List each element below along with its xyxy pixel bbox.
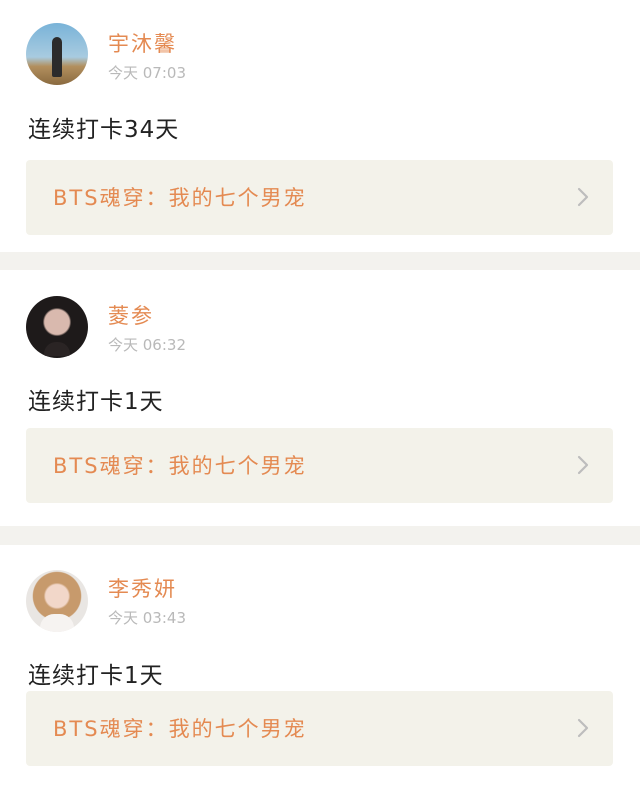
checkin-text: 连续打卡1天 (28, 389, 164, 415)
separator (0, 526, 640, 545)
checkin-text: 连续打卡1天 (28, 663, 164, 689)
username[interactable]: 宇沐馨 (108, 28, 177, 58)
avatar-figure (44, 342, 70, 356)
post-card: 宇沐馨 今天 07:03 连续打卡34天 BTS魂穿：我的七个男宠 (0, 0, 640, 252)
chevron-right-icon (577, 455, 589, 475)
post-time: 今天 06:32 (108, 336, 186, 354)
post-card: 李秀妍 今天 03:43 连续打卡1天 BTS魂穿：我的七个男宠 (0, 545, 640, 782)
post-time: 今天 07:03 (108, 64, 186, 82)
book-title: BTS魂穿：我的七个男宠 (53, 454, 307, 478)
book-link-card[interactable]: BTS魂穿：我的七个男宠 (26, 691, 613, 766)
username[interactable]: 李秀妍 (108, 573, 177, 603)
avatar[interactable] (26, 23, 88, 85)
chevron-right-icon (577, 718, 589, 738)
chevron-right-icon (577, 187, 589, 207)
checkin-text: 连续打卡34天 (28, 117, 180, 143)
post-card: 菱参 今天 06:32 连续打卡1天 BTS魂穿：我的七个男宠 (0, 270, 640, 526)
avatar[interactable] (26, 296, 88, 358)
checkin-feed: 宇沐馨 今天 07:03 连续打卡34天 BTS魂穿：我的七个男宠 菱参 今天 … (0, 0, 640, 787)
avatar-figure (52, 37, 62, 77)
avatar[interactable] (26, 570, 88, 632)
book-title: BTS魂穿：我的七个男宠 (53, 186, 307, 210)
book-link-card[interactable]: BTS魂穿：我的七个男宠 (26, 428, 613, 503)
post-time: 今天 03:43 (108, 609, 186, 627)
avatar-figure (40, 614, 74, 632)
book-title: BTS魂穿：我的七个男宠 (53, 717, 307, 741)
separator (0, 252, 640, 270)
username[interactable]: 菱参 (108, 300, 154, 330)
book-link-card[interactable]: BTS魂穿：我的七个男宠 (26, 160, 613, 235)
